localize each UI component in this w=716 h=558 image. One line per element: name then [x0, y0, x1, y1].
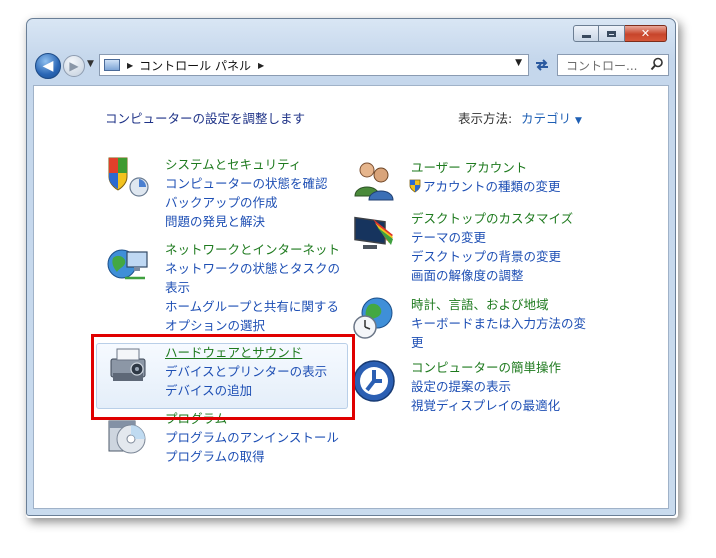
highlight-annotation-box — [91, 334, 355, 420]
clock-globe-icon — [353, 297, 393, 339]
task-link[interactable]: オプションの選択 — [165, 316, 340, 335]
task-link[interactable]: コンピューターの状態を確認 — [165, 174, 328, 193]
task-link[interactable]: 更 — [411, 333, 586, 352]
category-lines: デスクトップのカスタマイズ テーマの変更 デスクトップの背景の変更 画面の解像度… — [411, 209, 573, 285]
category-title[interactable]: 時計、言語、および地域 — [411, 295, 586, 314]
back-button[interactable]: ◀ — [35, 53, 61, 79]
address-dropdown-icon[interactable]: ▼ — [515, 58, 522, 68]
close-icon: ✕ — [640, 27, 651, 40]
category-lines: システムとセキュリティ コンピューターの状態を確認 バックアップの作成 問題の発… — [165, 155, 328, 231]
breadcrumb-chevron-icon[interactable]: ▶ — [127, 61, 133, 70]
task-link-label[interactable]: アカウントの種類の変更 — [423, 179, 561, 194]
address-bar[interactable]: ▶ コントロール パネル ▶ ▼ — [99, 54, 529, 76]
category-title[interactable]: システムとセキュリティ — [165, 155, 328, 174]
task-link[interactable]: プログラムのアンインストール — [165, 428, 339, 447]
breadcrumb-chevron-icon[interactable]: ▶ — [258, 61, 264, 70]
category-lines: コンピューターの簡単操作 設定の提案の表示 視覚ディスプレイの最適化 — [411, 358, 561, 415]
minimize-button[interactable] — [573, 25, 599, 42]
forward-arrow-icon: ▶ — [69, 59, 79, 73]
user-accounts-icon — [354, 162, 394, 201]
shield-computer-icon — [108, 157, 149, 197]
task-link[interactable]: デスクトップの背景の変更 — [411, 247, 573, 266]
category-lines: 時計、言語、および地域 キーボードまたは入力方法の変 更 — [411, 295, 586, 352]
task-link[interactable]: 表示 — [165, 278, 340, 297]
search-icon[interactable] — [650, 57, 664, 74]
task-link[interactable]: キーボードまたは入力方法の変 — [411, 314, 586, 333]
task-link[interactable]: テーマの変更 — [411, 228, 573, 247]
category-title[interactable]: コンピューターの簡単操作 — [411, 358, 561, 377]
recent-pages-dropdown[interactable]: ▼ — [87, 59, 94, 69]
task-link[interactable]: 画面の解像度の調整 — [411, 266, 573, 285]
network-globe-icon — [107, 249, 148, 280]
task-link[interactable]: プログラムの取得 — [165, 447, 339, 466]
category-lines: ユーザー アカウント アカウントの種類の変更 — [409, 158, 563, 196]
chevron-down-icon[interactable]: ▼ — [575, 116, 582, 126]
task-link[interactable]: ネットワークの状態とタスクの — [165, 259, 340, 278]
task-link[interactable]: ホームグループと共有に関する — [165, 297, 340, 316]
task-link[interactable]: アカウントの種類の変更 — [409, 177, 561, 196]
uac-shield-icon — [409, 179, 421, 193]
maximize-button[interactable] — [599, 25, 625, 42]
search-input[interactable]: コントロー... — [566, 57, 637, 74]
navigation-toolbar: ◀ ▶ ▼ ▶ コントロール パネル ▶ ▼ コントロー... — [33, 51, 669, 81]
category-title[interactable]: ユーザー アカウント — [411, 158, 563, 177]
page-title: コンピューターの設定を調整します — [105, 111, 306, 126]
refresh-icon — [536, 59, 548, 71]
close-button[interactable]: ✕ — [625, 25, 667, 42]
task-link[interactable]: 視覚ディスプレイの最適化 — [411, 396, 561, 415]
control-panel-icon — [104, 59, 120, 71]
search-box[interactable]: コントロー... — [557, 54, 669, 76]
caption-buttons: ✕ — [573, 25, 667, 42]
category-title[interactable]: デスクトップのカスタマイズ — [411, 209, 573, 228]
desktop-monitor-icon — [354, 216, 393, 249]
forward-button[interactable]: ▶ — [63, 55, 85, 77]
minimize-icon — [581, 35, 591, 38]
category-title[interactable]: ネットワークとインターネット — [165, 240, 340, 259]
view-by-label: 表示方法: — [458, 111, 513, 126]
breadcrumb-control-panel[interactable]: コントロール パネル — [139, 57, 251, 74]
task-link[interactable]: 設定の提案の表示 — [411, 377, 561, 396]
view-by-dropdown[interactable]: カテゴリ ▼ — [521, 108, 582, 127]
view-by-value[interactable]: カテゴリ — [521, 111, 571, 126]
task-link[interactable]: バックアップの作成 — [165, 193, 328, 212]
task-link[interactable]: 問題の発見と解決 — [165, 212, 328, 231]
back-arrow-icon: ◀ — [42, 58, 54, 74]
ease-of-access-icon — [353, 360, 395, 402]
category-lines: ネットワークとインターネット ネットワークの状態とタスクの 表示 ホームグループ… — [165, 240, 340, 335]
maximize-icon — [607, 30, 616, 37]
refresh-button[interactable] — [531, 54, 553, 76]
